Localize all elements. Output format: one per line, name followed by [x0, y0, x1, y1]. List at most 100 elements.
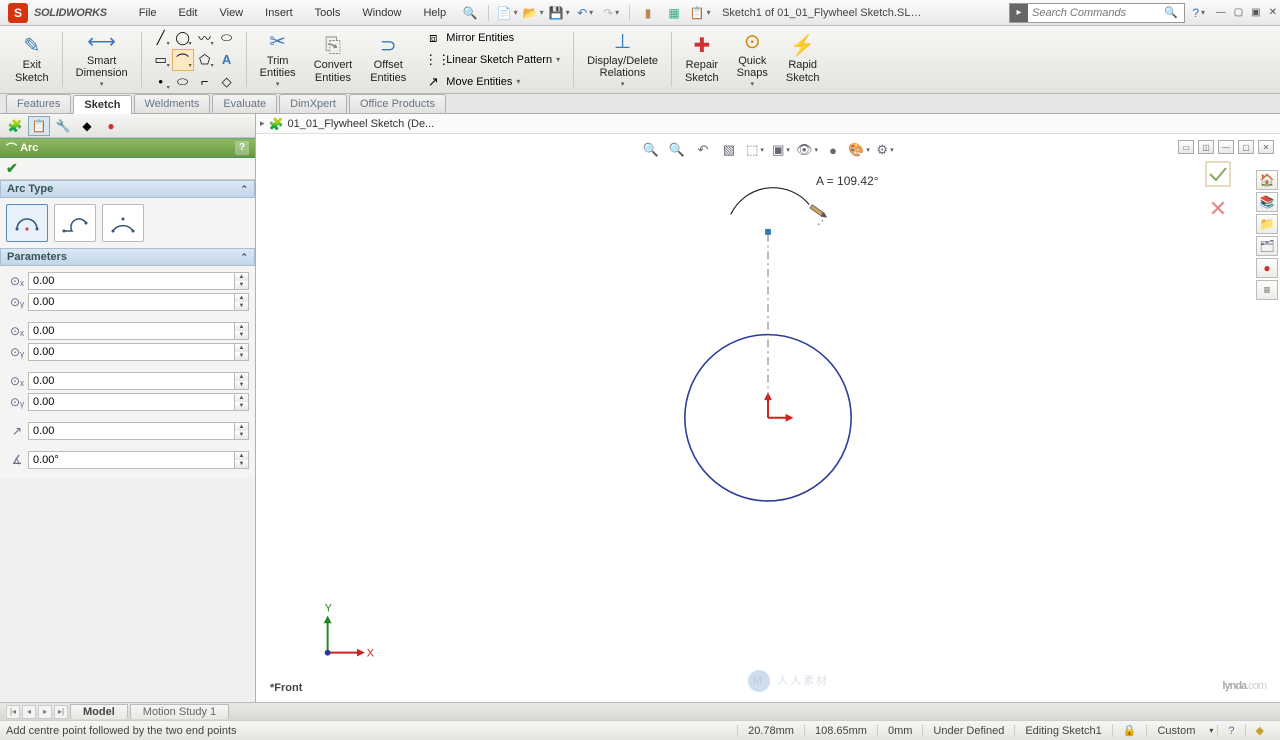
tab-first-button[interactable]: |◂ — [6, 705, 20, 719]
expand-tree-icon[interactable]: ▸ — [260, 118, 265, 129]
apply-scene-button[interactable]: 🎨 — [849, 140, 869, 160]
spinner[interactable]: ▲▼ — [235, 451, 249, 469]
offset-entities-button[interactable]: ⊃ Offset Entities — [361, 26, 415, 93]
hide-show-button[interactable]: 👁 — [797, 140, 817, 160]
start-x-input[interactable] — [28, 322, 235, 340]
redo-icon[interactable]: ↷▾ — [603, 5, 619, 21]
mirror-entities-button[interactable]: ⧈Mirror Entities — [419, 27, 565, 49]
parameters-section-header[interactable]: Parameters⌃ — [0, 248, 255, 266]
flyout-feature-tree[interactable]: ▸ 🧩 01_01_Flywheel Sketch (De... — [256, 114, 1280, 134]
convert-entities-button[interactable]: ⎘ Convert Entities — [305, 26, 362, 93]
exit-sketch-button[interactable]: ✎ Exit Sketch — [6, 26, 58, 93]
ellipse-tool-button[interactable]: ⬭ — [216, 27, 238, 49]
spinner[interactable]: ▲▼ — [235, 272, 249, 290]
save-icon[interactable]: 💾▾ — [551, 5, 567, 21]
spinner[interactable]: ▲▼ — [235, 393, 249, 411]
undo-icon[interactable]: ↶▾ — [577, 5, 593, 21]
linear-pattern-button[interactable]: ⋮⋮Linear Sketch Pattern▾ — [419, 49, 565, 71]
view-settings-button[interactable]: ⚙ — [875, 140, 895, 160]
motion-study-tab[interactable]: Motion Study 1 — [130, 704, 229, 719]
centerpoint-arc-option[interactable] — [6, 204, 48, 242]
menu-tools[interactable]: Tools — [305, 3, 351, 23]
spinner[interactable]: ▲▼ — [235, 372, 249, 390]
repair-sketch-button[interactable]: ✚ Repair Sketch — [676, 26, 728, 93]
3point-arc-option[interactable] — [102, 204, 144, 242]
zoom-fit-button[interactable]: 🔍 — [641, 140, 661, 160]
text-tool-button[interactable]: A — [216, 49, 238, 71]
view-orientation-button[interactable]: ⬚ — [745, 140, 765, 160]
minimize-icon[interactable]: — — [1216, 7, 1226, 18]
display-style-button[interactable]: ▣ — [771, 140, 791, 160]
status-units[interactable]: Custom — [1146, 725, 1205, 737]
spline-tool-button[interactable]: 〰 — [194, 27, 216, 49]
rectangle-tool-button[interactable]: ▭ — [150, 49, 172, 71]
tab-prev-button[interactable]: ◂ — [22, 705, 36, 719]
maximize-icon[interactable]: ▣ — [1251, 7, 1260, 18]
model-tab[interactable]: Model — [70, 704, 128, 719]
spinner[interactable]: ▲▼ — [235, 293, 249, 311]
configuration-tab-button[interactable]: 🔧 — [52, 116, 74, 136]
tab-weldments[interactable]: Weldments — [134, 94, 211, 113]
search-scope-icon[interactable]: ▸ — [1010, 4, 1028, 22]
plane-tool-button[interactable]: ◇ — [216, 71, 238, 93]
preview-arc[interactable] — [731, 188, 809, 215]
start-y-input[interactable] — [28, 343, 235, 361]
tab-sketch[interactable]: Sketch — [73, 95, 131, 114]
angle-input[interactable] — [28, 451, 235, 469]
quick-snaps-button[interactable]: ⊙ Quick Snaps ▾ — [728, 26, 777, 93]
spinner[interactable]: ▲▼ — [235, 322, 249, 340]
center-x-input[interactable] — [28, 272, 235, 290]
status-help-icon[interactable]: ? — [1217, 725, 1244, 737]
tab-dimxpert[interactable]: DimXpert — [279, 94, 347, 113]
tab-last-button[interactable]: ▸| — [54, 705, 68, 719]
spinner[interactable]: ▲▼ — [235, 422, 249, 440]
menu-insert[interactable]: Insert — [255, 3, 303, 23]
rebuild-icon[interactable]: ▦ — [666, 5, 682, 21]
section-view-button[interactable]: ▧ — [719, 140, 739, 160]
trim-entities-button[interactable]: ✂ Trim Entities ▾ — [251, 26, 305, 93]
select-icon[interactable]: ▮ — [640, 5, 656, 21]
new-doc-icon[interactable]: 📄▾ — [499, 5, 515, 21]
property-manager-tab-button[interactable]: 📋 — [28, 116, 50, 136]
help-dropdown-icon[interactable]: ?▾ — [1191, 5, 1207, 21]
search-input[interactable] — [1028, 4, 1158, 22]
dimxpert-tab-button[interactable]: ◆ — [76, 116, 98, 136]
move-entities-button[interactable]: ↗Move Entities▾ — [419, 71, 565, 93]
menu-window[interactable]: Window — [352, 3, 411, 23]
fillet-tool-button[interactable]: ⌐ — [194, 71, 216, 93]
arc-center-point[interactable] — [765, 229, 771, 235]
tab-next-button[interactable]: ▸ — [38, 705, 52, 719]
radius-input[interactable] — [28, 422, 235, 440]
close-icon[interactable]: ✕ — [1269, 7, 1277, 18]
feature-manager-tab-button[interactable]: 🧩 — [4, 116, 26, 136]
menu-view[interactable]: View — [209, 3, 253, 23]
options-icon[interactable]: 📋▾ — [692, 5, 708, 21]
tab-features[interactable]: Features — [6, 94, 71, 113]
status-units-dd-icon[interactable]: ▾ — [1205, 726, 1217, 735]
line-tool-button[interactable]: ╱ — [150, 27, 172, 49]
tangent-arc-option[interactable] — [54, 204, 96, 242]
center-y-input[interactable] — [28, 293, 235, 311]
graphics-area[interactable]: ▸ 🧩 01_01_Flywheel Sketch (De... 🔍 🔍 ↶ ▧… — [256, 114, 1280, 702]
search-icon[interactable]: 🔍 — [1158, 6, 1184, 19]
previous-view-button[interactable]: ↶ — [693, 140, 713, 160]
display-tab-button[interactable]: ● — [100, 116, 122, 136]
circle-tool-button[interactable]: ◯ — [172, 27, 194, 49]
spinner[interactable]: ▲▼ — [235, 343, 249, 361]
ok-checkmark-button[interactable]: ✔ — [6, 160, 18, 177]
tab-office-products[interactable]: Office Products — [349, 94, 446, 113]
pm-help-button[interactable]: ? — [235, 141, 249, 155]
menu-file[interactable]: File — [129, 3, 167, 23]
restore-icon[interactable]: ▢ — [1234, 7, 1243, 18]
command-search[interactable]: ▸ 🔍 — [1009, 3, 1185, 23]
slot-tool-button[interactable]: ⬭ — [172, 71, 194, 93]
rapid-sketch-button[interactable]: ⚡ Rapid Sketch — [777, 26, 829, 93]
end-x-input[interactable] — [28, 372, 235, 390]
menu-help[interactable]: Help — [413, 3, 456, 23]
smart-dimension-button[interactable]: ⟷ Smart Dimension ▾ — [67, 26, 137, 93]
edit-appearance-button[interactable]: ● — [823, 140, 843, 160]
status-note-icon[interactable]: ◆ — [1245, 724, 1274, 737]
end-y-input[interactable] — [28, 393, 235, 411]
status-rebuild-icon[interactable]: 🔒 — [1112, 724, 1147, 737]
search-help-icon[interactable]: 🔍 — [462, 5, 478, 21]
